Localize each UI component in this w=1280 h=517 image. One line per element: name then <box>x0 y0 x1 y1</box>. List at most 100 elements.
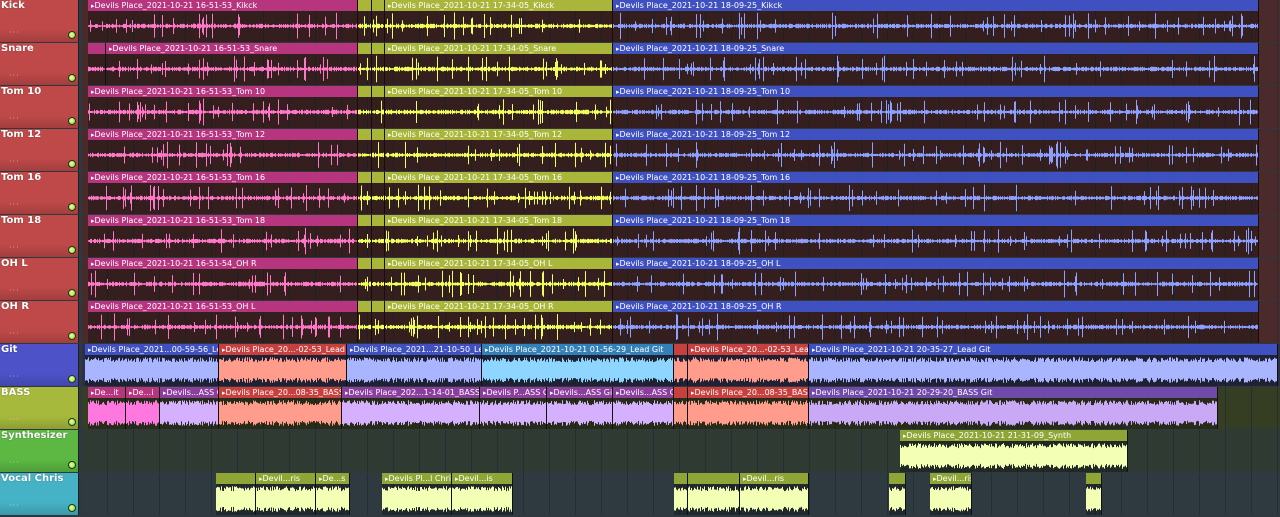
audio-region[interactable]: De...it <box>88 387 126 429</box>
region-header[interactable] <box>674 473 687 484</box>
region-header[interactable]: Devil...ris <box>930 473 971 484</box>
audio-region[interactable] <box>1086 473 1102 515</box>
region-header[interactable]: Devils Place_20...-02-53_Lead Git <box>219 344 346 355</box>
track-lane[interactable]: Devils Place_2021-10-21 16-51-53_Tom 18 D… <box>82 215 1280 257</box>
track-grip-icon[interactable]: ··· <box>9 329 20 338</box>
track-lane[interactable]: Devils Place_2021-10-21 16-51-53_Tom 12 D… <box>82 129 1280 171</box>
audio-region[interactable] <box>674 473 688 515</box>
track-header[interactable]: Tom 10 ··· <box>0 86 79 128</box>
region-header[interactable]: Devils Place_2021-10-21 18-09-25_OH L <box>613 258 1258 269</box>
track-header[interactable]: Tom 12 ··· <box>0 129 79 171</box>
track-on-button[interactable] <box>68 160 76 168</box>
region-header[interactable]: Devils Place_2021-10-21 17-34-05_OH L <box>385 258 612 269</box>
region-header[interactable]: Devils Place_2021-10-21 16-51-53_Tom 12 <box>88 129 357 140</box>
region-header[interactable]: Devils Place_2021-10-21 17-34-05_Tom 12 <box>385 129 612 140</box>
audio-region[interactable]: Devils Place_2021-10-21 18-09-25_Tom 18 <box>613 215 1259 257</box>
region-header[interactable]: Devils Place_2021-10-21 16-51-53_Tom 18 <box>88 215 357 226</box>
region-header[interactable]: Devils Place_2021-10-21 20-35-27_Lead Gi… <box>809 344 1277 355</box>
audio-region[interactable] <box>372 215 385 257</box>
track-lane[interactable]: Devils Place_2021-10-21 16-51-53_Kikck De… <box>82 0 1280 42</box>
track-lane[interactable]: Devils Place_2021-10-21 16-51-53_Tom 16 D… <box>82 172 1280 214</box>
audio-region[interactable]: Devils Place_2021-10-21 16-51-53_Tom 12 <box>88 129 358 171</box>
track-grip-icon[interactable]: ··· <box>9 71 20 80</box>
region-header[interactable]: Devils Place_2021-10-21 17-34-05_Tom 16 <box>385 172 612 183</box>
audio-region[interactable] <box>358 0 372 42</box>
region-header[interactable]: Devils Place_2021-10-21 18-09-25_Tom 12 <box>613 129 1258 140</box>
track-lane[interactable]: Devils Place_2021-10-21 16-51-53_Snare De… <box>82 43 1280 85</box>
audio-region[interactable]: Devils Place_2021-10-21 18-09-25_Kikck <box>613 0 1259 42</box>
region-header[interactable]: Devils Pl...l Chris <box>382 473 451 484</box>
audio-region[interactable]: Devils...ASS Git <box>160 387 219 429</box>
region-header[interactable]: Devils Place_2021-10-21 16-51-54_OH R <box>88 258 357 269</box>
region-header[interactable]: Devil...ris <box>256 473 315 484</box>
region-header[interactable]: Devils Place_2021-10-21 17-34-05_Kikck <box>385 0 612 11</box>
region-header[interactable]: Devils...ASS Git <box>613 387 673 398</box>
audio-region[interactable] <box>358 129 372 171</box>
audio-region[interactable]: Devils...ASS Git <box>547 387 613 429</box>
track-lane[interactable]: Devils Place_2021-10-21 16-51-53_Tom 10 D… <box>82 86 1280 128</box>
track-header[interactable]: Snare ··· <box>0 43 79 85</box>
track-header[interactable]: Tom 18 ··· <box>0 215 79 257</box>
audio-region[interactable]: Devils Pl...l Chris <box>382 473 452 515</box>
region-header[interactable] <box>372 301 384 312</box>
region-header[interactable]: Devils Place_2021-10-21 17-34-05_Tom 18 <box>385 215 612 226</box>
track-header[interactable]: Git ··· <box>0 344 79 386</box>
track-header[interactable]: OH R ··· <box>0 301 79 343</box>
region-header[interactable] <box>358 215 371 226</box>
region-header[interactable]: Devils Place_2021-10-21 16-51-53_Snare <box>106 43 357 54</box>
region-header[interactable]: Devils Place_2021-10-21 01-56-29_Lead Gi… <box>482 344 673 355</box>
track-grip-icon[interactable]: ··· <box>9 157 20 166</box>
region-header[interactable]: De...s <box>316 473 349 484</box>
track-on-button[interactable] <box>68 246 76 254</box>
region-header[interactable]: De...i <box>126 387 159 398</box>
track-on-button[interactable] <box>68 203 76 211</box>
audio-region[interactable]: Devils Place_2021-10-21 17-34-05_Tom 16 <box>385 172 613 214</box>
track-grip-icon[interactable]: ··· <box>9 415 20 424</box>
track-grip-icon[interactable]: ··· <box>9 28 20 37</box>
track-on-button[interactable] <box>68 418 76 426</box>
audio-region[interactable]: Devil...ris <box>930 473 972 515</box>
region-header[interactable]: Devils Place_2021-10-21 18-09-25_OH R <box>613 301 1258 312</box>
audio-region[interactable]: Devils Place_2021-10-21 18-09-25_Tom 10 <box>613 86 1259 128</box>
audio-region[interactable]: Devils Place_2021-10-21 17-34-05_OH R <box>385 301 613 343</box>
region-header[interactable]: Devils Place_2021...00-59-56_Lead Git <box>85 344 218 355</box>
audio-region[interactable]: Devils Place_2021-10-21 20-35-27_Lead Gi… <box>809 344 1278 386</box>
audio-region[interactable]: Devils Place_20...-02-53_Lead Git <box>688 344 809 386</box>
audio-region[interactable]: Devil...is <box>452 473 513 515</box>
track-grip-icon[interactable]: ··· <box>9 501 20 510</box>
audio-region[interactable] <box>372 0 385 42</box>
audio-region[interactable] <box>372 86 385 128</box>
audio-region[interactable] <box>674 387 688 429</box>
track-header[interactable]: OH L ··· <box>0 258 79 300</box>
region-header[interactable]: Devils...ASS Git <box>160 387 218 398</box>
region-header[interactable] <box>372 172 384 183</box>
audio-region[interactable] <box>688 473 740 515</box>
region-header[interactable]: Devils...ASS Git <box>547 387 612 398</box>
region-header[interactable]: Devils Place_202...1-14-01_BASS Git <box>342 387 479 398</box>
audio-region[interactable]: Devils Place_20...08-35_BASS Git <box>219 387 342 429</box>
track-header[interactable]: Kick ··· <box>0 0 79 42</box>
region-header[interactable]: Devils Place_20...-02-53_Lead Git <box>688 344 808 355</box>
track-grip-icon[interactable]: ··· <box>9 114 20 123</box>
track-lane[interactable]: Devil...ris De...s Devils Pl...l Chris Devi… <box>82 473 1280 515</box>
audio-region[interactable]: De...s <box>316 473 350 515</box>
region-header[interactable]: Devils Place_2021-10-21 17-34-05_Snare <box>385 43 612 54</box>
region-header[interactable] <box>1086 473 1101 484</box>
audio-region[interactable] <box>372 172 385 214</box>
region-header[interactable]: Devils Place_2021-10-21 21-31-09_Synth <box>900 430 1127 441</box>
audio-region[interactable]: Devils Place_2021-10-21 01-56-29_Lead Gi… <box>482 344 674 386</box>
audio-region[interactable]: Devils Place_2021-10-21 18-09-25_Tom 12 <box>613 129 1259 171</box>
region-header[interactable] <box>674 344 687 355</box>
region-header[interactable]: Devils Place_20...08-35_BASS Git <box>219 387 341 398</box>
audio-region[interactable] <box>372 258 385 300</box>
region-header[interactable] <box>674 387 687 398</box>
track-grip-icon[interactable]: ··· <box>9 286 20 295</box>
region-header[interactable]: De...it <box>88 387 125 398</box>
audio-region[interactable]: Devils Place_2021-10-21 17-34-05_Kikck <box>385 0 613 42</box>
audio-region[interactable]: Devils Place_2021-10-21 18-09-25_Tom 16 <box>613 172 1259 214</box>
track-on-button[interactable] <box>68 461 76 469</box>
region-header[interactable] <box>372 129 384 140</box>
region-header[interactable]: Devils Place_2021-10-21 16-51-53_Kikck <box>88 0 357 11</box>
audio-region[interactable] <box>358 43 372 85</box>
track-lane[interactable]: Devils Place_2021-10-21 16-51-53_OH L Dev… <box>82 301 1280 343</box>
